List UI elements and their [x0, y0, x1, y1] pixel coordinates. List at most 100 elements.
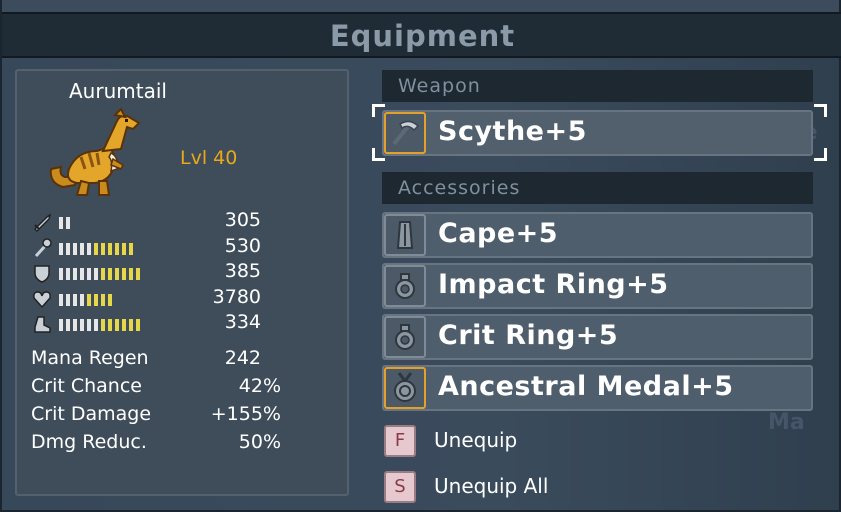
stat-row: 305 [31, 209, 261, 235]
stat-pip [59, 217, 63, 229]
stat-pip [80, 319, 84, 331]
ghost-text: Ma [768, 410, 805, 435]
stat-pip [66, 243, 70, 255]
stat-pip [101, 294, 105, 306]
stat-value: 50% [238, 431, 281, 453]
scythe-icon [384, 112, 426, 154]
unequip-label: Unequip [434, 428, 518, 452]
character-name: Aurumtail [69, 79, 167, 103]
dragon-portrait-icon [49, 107, 141, 196]
stat-value: 242 [224, 347, 261, 369]
stat-label: Dmg Reduc. [31, 431, 147, 453]
stat-value: 42% [238, 375, 281, 397]
equipment-window: Equipment Aurumtail Lvl 40 305 530 385 3780… [0, 0, 841, 512]
stat-pip [59, 319, 63, 331]
unequip-all-label: Unequip All [434, 474, 549, 498]
stat-pip [115, 268, 119, 280]
window-title: Equipment [329, 19, 516, 53]
title-bar: Equipment [2, 12, 841, 58]
stat-pip [80, 243, 84, 255]
accessory-name: Cape+5 [438, 218, 559, 249]
unequip-all-action[interactable]: S Unequip All [384, 471, 684, 505]
stat-pip [94, 268, 98, 280]
stat-crit-damage: Crit Damage +155% [31, 403, 281, 429]
character-panel: Aurumtail Lvl 40 305 530 385 3780 334 Mana [15, 69, 349, 496]
stat-pip [129, 319, 133, 331]
stat-crit-chance: Crit Chance 42% [31, 375, 281, 401]
key-s-icon: S [384, 471, 416, 503]
stat-pip [73, 243, 77, 255]
accessory-name: Crit Ring+5 [438, 320, 619, 351]
stat-pip [87, 319, 91, 331]
stat-pip [115, 243, 119, 255]
ring-icon [384, 265, 426, 307]
selection-corner [814, 104, 827, 117]
stat-dmg-reduc: Dmg Reduc. 50% [31, 431, 281, 457]
accessory-name: Impact Ring+5 [438, 269, 669, 300]
stat-value: 530 [224, 235, 261, 257]
stat-pip [136, 268, 140, 280]
stat-pip [59, 294, 63, 306]
stat-label: Mana Regen [31, 347, 149, 369]
stat-pip [73, 294, 77, 306]
stat-value: 385 [224, 260, 261, 282]
accessory-slot-crit-ring[interactable]: Crit Ring+5 [382, 314, 813, 360]
stat-pip [66, 294, 70, 306]
stat-pip [94, 319, 98, 331]
stat-label: Crit Chance [31, 375, 142, 397]
stat-pip [115, 319, 119, 331]
weapon-header: Weapon [382, 70, 813, 102]
stat-value: 334 [224, 311, 261, 333]
accessory-name: Ancestral Medal+5 [438, 371, 734, 402]
medal-icon [384, 367, 426, 409]
selection-corner [372, 148, 385, 161]
stat-pip [129, 268, 133, 280]
stat-row: 385 [31, 260, 261, 286]
accessory-slot-cape[interactable]: Cape+5 [382, 212, 813, 258]
accessories-header: Accessories [382, 172, 813, 204]
stat-bar [59, 319, 140, 331]
stat-bar [59, 294, 112, 306]
ring-icon [384, 316, 426, 358]
stat-pip [66, 217, 70, 229]
stat-pip [101, 319, 105, 331]
stat-pip [59, 243, 63, 255]
key-f-icon: F [384, 425, 416, 457]
stat-pip [108, 319, 112, 331]
selection-corner [814, 148, 827, 161]
stat-pip [80, 268, 84, 280]
stat-value: 305 [224, 209, 261, 231]
stat-pip [108, 243, 112, 255]
stat-pip [66, 268, 70, 280]
stat-value: 3780 [212, 286, 261, 308]
stat-pip [73, 268, 77, 280]
stat-pip [87, 243, 91, 255]
unequip-action[interactable]: F Unequip [384, 425, 684, 459]
weapon-slot[interactable]: Scythe+5 [382, 110, 813, 156]
stat-row: 3780 [31, 286, 261, 312]
heart-icon [33, 291, 51, 309]
cape-icon [384, 214, 426, 256]
stat-pip [59, 268, 63, 280]
selection-corner [372, 104, 385, 117]
stat-pip [136, 319, 140, 331]
stat-row: 530 [31, 235, 261, 261]
stat-pip [87, 294, 91, 306]
shield-icon [34, 265, 50, 283]
stat-value: +155% [210, 403, 281, 425]
stat-pip [122, 268, 126, 280]
stat-pip [87, 268, 91, 280]
weapon-name: Scythe+5 [438, 116, 587, 147]
stat-pip [101, 243, 105, 255]
stat-pip [108, 294, 112, 306]
stat-row: 334 [31, 311, 261, 337]
stat-bar [59, 243, 133, 255]
stat-pip [122, 319, 126, 331]
stat-pip [80, 294, 84, 306]
accessory-slot-impact-ring[interactable]: Impact Ring+5 [382, 263, 813, 309]
stat-label: Crit Damage [31, 403, 152, 425]
sword-icon [33, 213, 52, 233]
accessory-slot-ancestral-medal[interactable]: Ancestral Medal+5 [382, 365, 813, 411]
stat-bar [59, 217, 70, 229]
stat-pip [66, 319, 70, 331]
